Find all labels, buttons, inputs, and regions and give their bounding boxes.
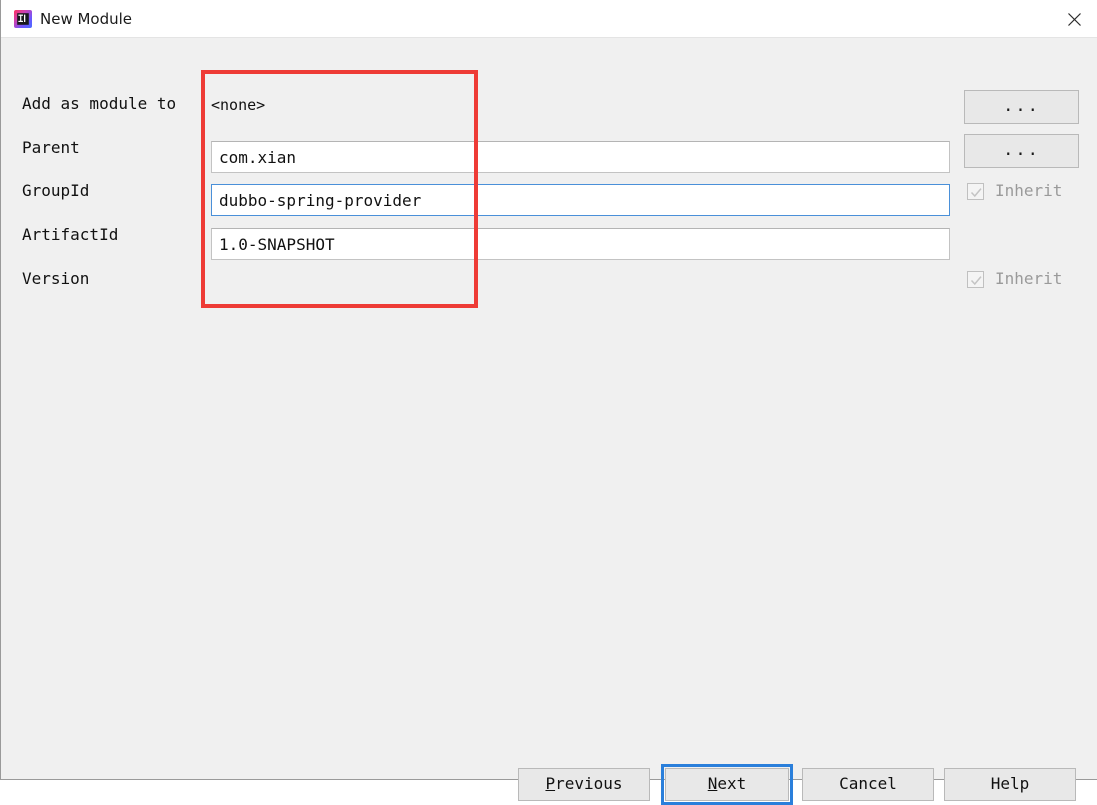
artifact-id-input[interactable] [211,184,950,216]
previous-button[interactable]: Previous [518,768,650,801]
new-module-dialog: New Module Add as module to <none> ... P… [0,0,1097,805]
cancel-button-label: Cancel [839,774,897,793]
browse-button-parent[interactable]: ... [964,134,1079,168]
previous-button-mnemonic: P [545,774,556,793]
cancel-button[interactable]: Cancel [802,768,934,801]
value-add-as-module-to: <none> [211,96,266,114]
checkbox-box-group-id [967,182,984,200]
next-button-mnemonic: N [707,774,718,793]
label-version: Version [22,269,90,288]
version-input[interactable] [211,228,950,260]
browse-button-add-as-module-to[interactable]: ... [964,90,1079,124]
dialog-content: Add as module to <none> ... Parent <none… [2,38,1097,805]
inherit-label-group-id: Inherit [995,181,1063,200]
checkbox-box-version [967,270,984,288]
next-button-label: ext [717,774,747,793]
label-group-id: GroupId [22,181,90,200]
help-button[interactable]: Help [944,768,1076,801]
previous-button-label: revious [555,774,623,793]
next-button[interactable]: Next [665,768,789,801]
window-title: New Module [40,10,133,28]
label-add-as-module-to: Add as module to [22,94,177,113]
title-bar: New Module [1,0,1097,38]
inherit-checkbox-version[interactable]: Inherit [967,268,1062,290]
group-id-input[interactable] [211,141,950,173]
help-button-label: Help [990,774,1030,793]
intellij-idea-icon [14,10,32,28]
inherit-label-version: Inherit [995,269,1063,288]
inherit-checkbox-group-id[interactable]: Inherit [967,180,1062,202]
label-parent: Parent [22,138,80,157]
close-icon[interactable] [1050,0,1097,38]
label-artifact-id: ArtifactId [22,225,119,244]
